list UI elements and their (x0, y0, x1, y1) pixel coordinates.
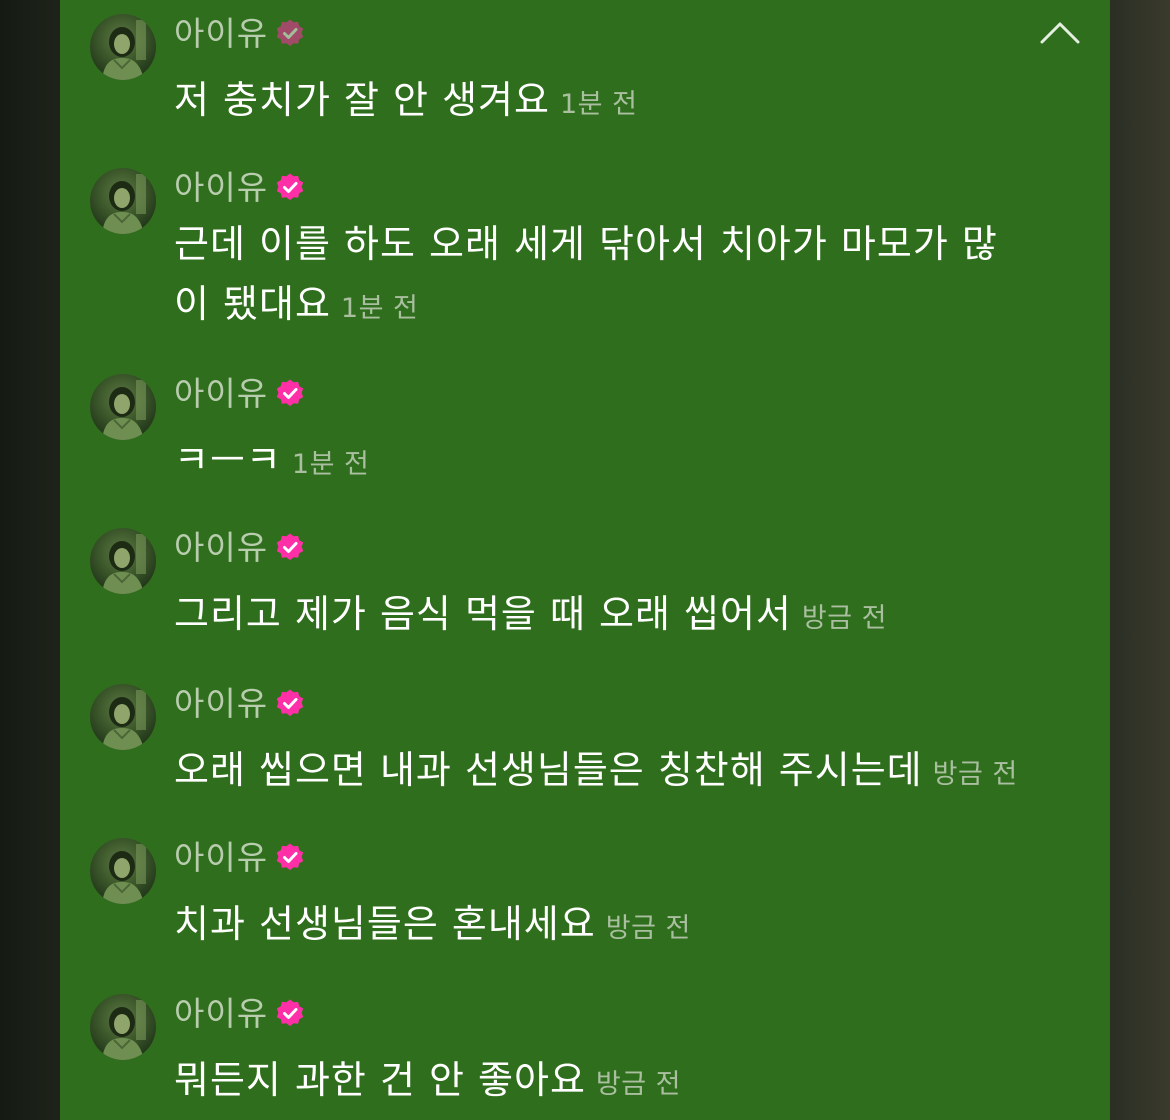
avatar[interactable] (90, 14, 156, 80)
chat-message: 아이유 ㅋㅡㅋ 1분 전 (90, 374, 1030, 484)
avatar[interactable] (90, 684, 156, 750)
avatar[interactable] (90, 838, 156, 904)
verified-badge-icon (274, 532, 306, 564)
message-time: 방금 전 (932, 759, 1018, 790)
message-body-line2: 이 됐대요 (174, 282, 331, 326)
message-body: 저 충치가 잘 안 생겨요 (174, 78, 550, 122)
message-time: 1분 전 (340, 293, 419, 324)
author-name[interactable]: 아이유 (174, 994, 268, 1034)
avatar[interactable] (90, 374, 156, 440)
message-body: 근데 이를 하도 오래 세게 닦아서 치아가 마모가 많 (174, 222, 998, 266)
message-text: 치과 선생님들은 혼내세요 방금 전 (174, 896, 1034, 957)
message-text: 오래 씹으면 내과 선생님들은 칭찬해 주시는데 방금 전 (174, 742, 1034, 803)
verified-badge-icon (274, 18, 306, 50)
message-time: 방금 전 (605, 913, 691, 944)
verified-badge-icon (274, 998, 306, 1030)
message-time: 방금 전 (595, 1069, 682, 1100)
chat-message: 아이유 그리고 제가 음식 먹을 때 오래 씹어서 방금 전 (90, 528, 1030, 638)
author-name[interactable]: 아이유 (174, 838, 268, 878)
message-text: 근데 이를 하도 오래 세게 닦아서 치아가 마모가 많이 됐대요 1분 전 (174, 214, 1034, 339)
author-name[interactable]: 아이유 (174, 168, 268, 208)
chat-panel: 아이유 저 충치가 잘 안 생겨요 1분 전 아이유 근데 이를 하도 오래 세게… (60, 0, 1110, 1120)
chevron-up-icon[interactable] (1038, 12, 1082, 52)
message-text: ㅋㅡㅋ 1분 전 (174, 432, 1034, 493)
message-body: ㅋㅡㅋ (174, 438, 282, 482)
message-time: 1분 전 (291, 449, 370, 480)
verified-badge-icon (274, 172, 306, 204)
author-name[interactable]: 아이유 (174, 684, 268, 724)
verified-badge-icon (274, 378, 306, 410)
message-body: 오래 씹으면 내과 선생님들은 칭찬해 주시는데 (174, 748, 923, 792)
verified-badge-icon (274, 842, 306, 874)
message-text: 뭐든지 과한 건 안 좋아요 방금 전 (174, 1052, 1034, 1113)
message-text: 저 충치가 잘 안 생겨요 1분 전 (174, 72, 1034, 133)
avatar[interactable] (90, 528, 156, 594)
message-time: 방금 전 (801, 603, 887, 634)
chat-message: 아이유 근데 이를 하도 오래 세게 닦아서 치아가 마모가 많이 됐대요 1분 … (90, 168, 1030, 338)
message-body: 그리고 제가 음식 먹을 때 오래 씹어서 (174, 592, 792, 636)
message-body: 치과 선생님들은 혼내세요 (174, 902, 596, 946)
message-body: 뭐든지 과한 건 안 좋아요 (174, 1058, 586, 1102)
chat-message: 아이유 뭐든지 과한 건 안 좋아요 방금 전 (90, 994, 1030, 1104)
avatar[interactable] (90, 168, 156, 234)
verified-badge-icon (274, 688, 306, 720)
chat-message: 아이유 치과 선생님들은 혼내세요 방금 전 (90, 838, 1030, 948)
chat-message: 아이유 저 충치가 잘 안 생겨요 1분 전 (90, 14, 1030, 124)
message-time: 1분 전 (559, 89, 638, 120)
screen: 아이유 저 충치가 잘 안 생겨요 1분 전 아이유 근데 이를 하도 오래 세게… (0, 0, 1170, 1120)
author-name[interactable]: 아이유 (174, 14, 268, 54)
avatar[interactable] (90, 994, 156, 1060)
message-text: 그리고 제가 음식 먹을 때 오래 씹어서 방금 전 (174, 586, 1034, 647)
author-name[interactable]: 아이유 (174, 374, 268, 414)
author-name[interactable]: 아이유 (174, 528, 268, 568)
chat-message: 아이유 오래 씹으면 내과 선생님들은 칭찬해 주시는데 방금 전 (90, 684, 1030, 794)
